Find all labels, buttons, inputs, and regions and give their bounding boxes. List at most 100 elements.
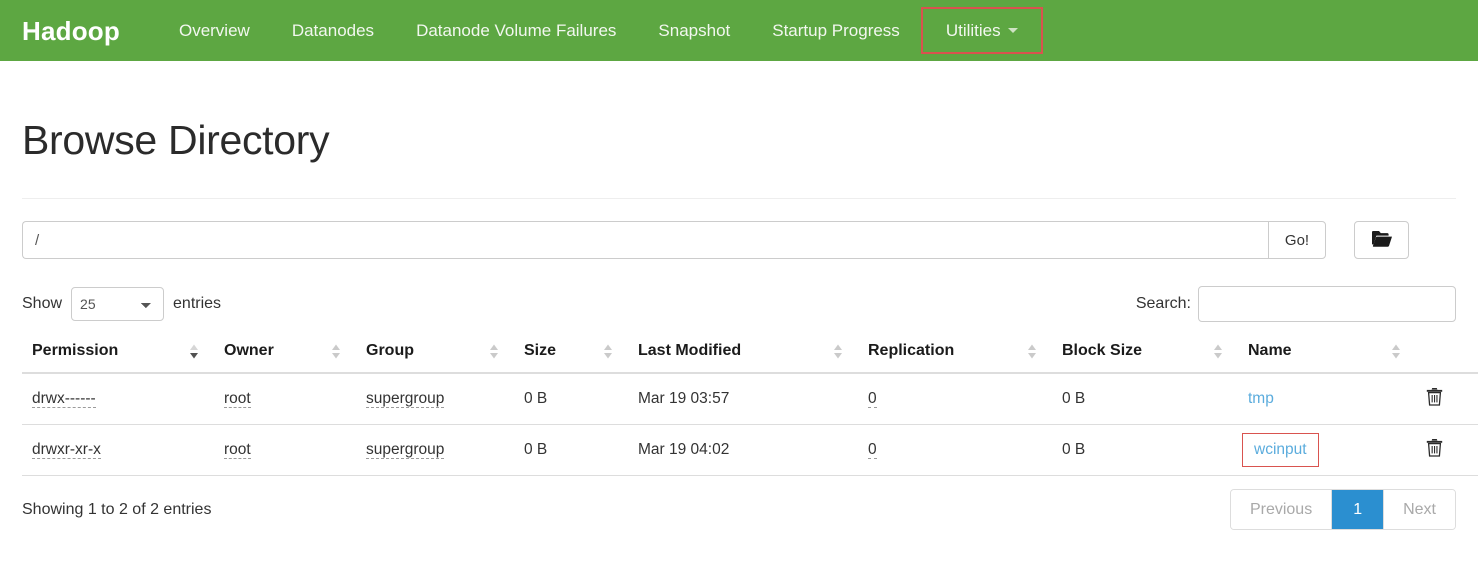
column-header-size[interactable]: Size xyxy=(514,333,628,375)
column-header-group-label: Group xyxy=(366,342,414,360)
column-header-group[interactable]: Group xyxy=(356,333,514,375)
page-title: Browse Directory xyxy=(22,117,330,163)
trash-icon xyxy=(1426,387,1443,406)
nav-item-datanode-volume-failures[interactable]: Datanode Volume Failures xyxy=(395,0,637,61)
table-controls-row: Show 25 entries Search: xyxy=(22,286,1456,323)
nav-item-startup-progress[interactable]: Startup Progress xyxy=(751,0,921,61)
entries-label: entries xyxy=(173,295,222,313)
cell-size: 0 B xyxy=(514,373,628,426)
pagination-next[interactable]: Next xyxy=(1384,490,1455,530)
nav-item-startup-progress-label: Startup Progress xyxy=(772,20,900,40)
nav-item-datanode-volume-failures-label: Datanode Volume Failures xyxy=(416,20,617,40)
cell-replication: 0 xyxy=(858,373,1052,426)
column-header-size-label: Size xyxy=(524,342,557,360)
sort-neutral-icon xyxy=(1212,344,1224,359)
group-value[interactable]: supergroup xyxy=(366,390,445,409)
page-length-select[interactable]: 25 xyxy=(71,287,165,322)
nav-item-datanodes-label: Datanodes xyxy=(291,20,375,40)
column-header-permission[interactable]: Permission xyxy=(22,333,214,375)
table-row: drwxr-xr-x root supergroup 0 B Mar 19 04… xyxy=(22,424,1478,477)
top-navbar: Hadoop Overview Datanodes Datanode Volum… xyxy=(0,0,1478,61)
cell-group: supergroup xyxy=(356,373,514,426)
pagination: Previous 1 Next xyxy=(1229,489,1456,531)
nav-item-overview-label: Overview xyxy=(178,20,250,40)
nav-item-overview[interactable]: Overview xyxy=(158,0,271,61)
table-footer: Showing 1 to 2 of 2 entries Previous 1 N… xyxy=(22,489,1456,531)
pagination-previous[interactable]: Previous xyxy=(1230,490,1333,530)
cell-block-size: 0 B xyxy=(1052,373,1238,426)
cell-permission: drwxr-xr-x xyxy=(22,424,214,477)
cell-size: 0 B xyxy=(514,424,628,477)
owner-value[interactable]: root xyxy=(224,390,251,409)
show-entries-control: Show 25 entries xyxy=(22,287,222,322)
delete-button[interactable] xyxy=(1426,387,1443,406)
column-header-owner-label: Owner xyxy=(224,342,274,360)
pagination-page-1[interactable]: 1 xyxy=(1332,490,1385,530)
group-value[interactable]: supergroup xyxy=(366,441,445,460)
column-header-replication[interactable]: Replication xyxy=(858,333,1052,375)
file-name-link[interactable]: wcinput xyxy=(1242,433,1319,468)
column-header-permission-label: Permission xyxy=(32,342,119,360)
sort-neutral-icon xyxy=(1390,344,1402,359)
permission-value[interactable]: drwxr-xr-x xyxy=(32,441,101,460)
title-divider xyxy=(22,198,1456,200)
sort-neutral-icon xyxy=(832,344,844,359)
entries-info: Showing 1 to 2 of 2 entries xyxy=(22,500,212,518)
sort-neutral-icon xyxy=(330,344,342,359)
cell-block-size: 0 B xyxy=(1052,424,1238,477)
nav-item-snapshot-label: Snapshot xyxy=(658,20,731,40)
column-header-name-label: Name xyxy=(1248,342,1292,360)
path-input[interactable] xyxy=(22,221,1268,260)
replication-value[interactable]: 0 xyxy=(868,441,877,460)
open-folder-icon xyxy=(1371,230,1393,251)
column-header-replication-label: Replication xyxy=(868,342,955,360)
file-name-link[interactable]: tmp xyxy=(1248,390,1274,407)
nav-item-datanodes[interactable]: Datanodes xyxy=(271,0,395,61)
trash-icon xyxy=(1426,438,1443,457)
cell-permission: drwx------ xyxy=(22,373,214,426)
show-label: Show xyxy=(22,295,63,313)
cell-replication: 0 xyxy=(858,424,1052,477)
sort-desc-icon xyxy=(188,344,200,359)
cell-group: supergroup xyxy=(356,424,514,477)
create-folder-button[interactable] xyxy=(1354,221,1409,260)
replication-value[interactable]: 0 xyxy=(868,390,877,409)
cell-name: wcinput xyxy=(1238,424,1416,477)
cell-last-modified: Mar 19 03:57 xyxy=(628,373,858,426)
column-header-last-modified[interactable]: Last Modified xyxy=(628,333,858,375)
search-input[interactable] xyxy=(1198,286,1456,323)
table-header-row: Permission Owner Group Size Last Modifie… xyxy=(22,333,1478,375)
cell-last-modified: Mar 19 04:02 xyxy=(628,424,858,477)
cell-actions xyxy=(1416,373,1478,426)
sort-neutral-icon xyxy=(488,344,500,359)
go-button[interactable]: Go! xyxy=(1268,221,1326,260)
nav-item-snapshot[interactable]: Snapshot xyxy=(637,0,751,61)
search-control: Search: xyxy=(1135,286,1456,323)
cell-actions xyxy=(1416,424,1478,477)
nav-items: Overview Datanodes Datanode Volume Failu… xyxy=(158,0,1043,61)
chevron-down-icon xyxy=(1007,28,1018,33)
files-table: Permission Owner Group Size Last Modifie… xyxy=(22,333,1478,477)
column-header-block-size[interactable]: Block Size xyxy=(1052,333,1238,375)
owner-value[interactable]: root xyxy=(224,441,251,460)
cell-name: tmp xyxy=(1238,373,1416,426)
column-header-block-size-label: Block Size xyxy=(1062,342,1143,360)
cell-owner: root xyxy=(214,373,356,426)
table-row: drwx------ root supergroup 0 B Mar 19 03… xyxy=(22,373,1478,426)
search-label: Search: xyxy=(1135,295,1191,313)
sort-neutral-icon xyxy=(1026,344,1038,359)
column-header-actions xyxy=(1416,333,1478,375)
permission-value[interactable]: drwx------ xyxy=(32,390,96,409)
cell-owner: root xyxy=(214,424,356,477)
column-header-last-modified-label: Last Modified xyxy=(638,342,742,360)
column-header-owner[interactable]: Owner xyxy=(214,333,356,375)
main-content: Browse Directory Go! Show 25 entries S xyxy=(0,117,1478,531)
nav-item-utilities[interactable]: Utilities xyxy=(920,7,1043,54)
path-input-group: Go! xyxy=(22,221,1326,260)
path-bar-row: Go! xyxy=(22,221,1456,260)
sort-neutral-icon xyxy=(602,344,614,359)
nav-item-utilities-label: Utilities xyxy=(945,20,1001,40)
column-header-name[interactable]: Name xyxy=(1238,333,1416,375)
brand-logo[interactable]: Hadoop xyxy=(22,18,120,44)
delete-button[interactable] xyxy=(1426,438,1443,457)
